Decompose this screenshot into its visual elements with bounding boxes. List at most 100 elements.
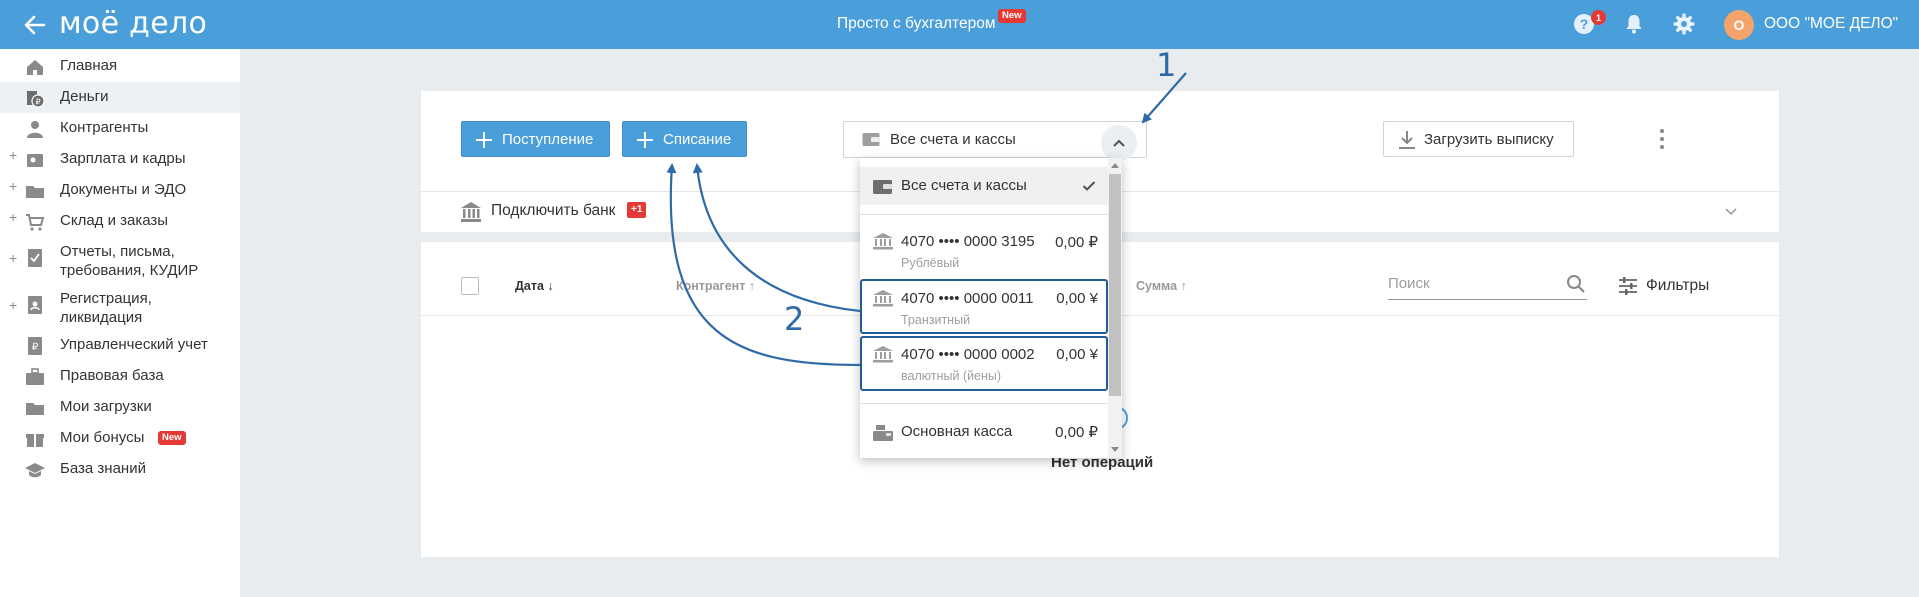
money-icon: ₽ <box>27 91 45 108</box>
dropdown-separator <box>860 214 1108 215</box>
income-button-label: Поступление <box>502 130 594 148</box>
sidebar-item[interactable]: + Регистрация, ликвидация <box>0 284 240 336</box>
cart-icon <box>26 214 45 231</box>
management-icon: ₽ <box>28 337 42 355</box>
sidebar-item[interactable]: + Отчеты, письма, требования, КУДИР <box>0 237 240 289</box>
svg-text:₽: ₽ <box>32 342 39 353</box>
expand-icon[interactable]: + <box>9 147 17 163</box>
expand-icon[interactable]: + <box>9 297 17 313</box>
sidebar-item-label: Отчеты, письма, <box>60 243 175 260</box>
expand-icon[interactable]: + <box>9 250 17 266</box>
expense-button[interactable]: Списание <box>622 121 747 157</box>
dropdown-separator <box>860 403 1108 404</box>
sidebar-item[interactable]: + Зарплата и кадры <box>0 144 240 175</box>
download-icon <box>1399 131 1415 149</box>
sidebar-item[interactable]: + Документы и ЭДО <box>0 175 240 206</box>
sidebar-new-badge: New <box>158 431 186 445</box>
wallet-icon <box>873 180 892 194</box>
folder-icon <box>26 403 44 415</box>
sidebar-item[interactable]: Главная <box>0 51 240 82</box>
sidebar-item-label: Мои загрузки <box>60 398 152 415</box>
check-icon <box>1082 181 1096 191</box>
cash-label: Основная касса <box>901 423 1013 440</box>
bell-icon[interactable] <box>1622 12 1646 36</box>
highlight-transit-account <box>860 279 1108 334</box>
sidebar-item[interactable]: ₽ Управленческий учет <box>0 330 240 361</box>
sidebar-item[interactable]: + Склад и заказы <box>0 206 240 237</box>
upload-statement-label: Загрузить выписку <box>1424 130 1554 148</box>
promo-new-badge: New <box>998 9 1026 23</box>
briefcase-icon <box>26 368 44 385</box>
expand-icon[interactable]: + <box>9 209 17 225</box>
expand-icon[interactable]: + <box>9 178 17 194</box>
gift-icon <box>26 434 44 447</box>
sidebar-item[interactable]: Контрагенты <box>0 113 240 144</box>
connect-bank-badge: +1 <box>627 202 647 218</box>
filters-icon[interactable] <box>1618 277 1638 295</box>
sidebar-item-label-line2: требования, КУДИР <box>60 262 199 279</box>
sidebar-item-label: Мои бонусы <box>60 429 145 446</box>
dropdown-item-all[interactable]: Все счета и кассы <box>860 167 1108 205</box>
wallet-icon <box>862 133 880 146</box>
highlight-currency-account <box>860 336 1108 391</box>
sidebar-item-label: Правовая база <box>60 367 164 384</box>
sidebar-item-label: База знаний <box>60 460 146 477</box>
sidebar-item-label: Склад и заказы <box>60 212 169 229</box>
chevron-down-icon[interactable] <box>1724 204 1738 218</box>
sidebar-item-label: Зарплата и кадры <box>60 150 186 167</box>
back-arrow-icon[interactable] <box>20 10 50 40</box>
plus-icon <box>637 132 653 148</box>
help-count-badge: 1 <box>1591 10 1606 25</box>
filters-button[interactable]: Фильтры <box>1646 277 1709 295</box>
account-type: Рублёвый <box>901 256 960 270</box>
column-date[interactable]: Дата ↓ <box>515 279 554 293</box>
scroll-down-icon[interactable] <box>1110 446 1120 454</box>
avatar[interactable]: О <box>1724 10 1754 40</box>
bank-icon <box>873 233 893 250</box>
column-contractor[interactable]: Контрагент ↑ <box>676 279 755 293</box>
annotation-number-1: 1 <box>1156 46 1177 84</box>
dropdown-scroll-thumb[interactable] <box>1109 174 1121 396</box>
scroll-up-icon[interactable] <box>1110 161 1120 169</box>
cash-amount: 0,00 ₽ <box>1055 424 1098 441</box>
sidebar-item[interactable]: ₽ Деньги <box>0 82 240 113</box>
dropdown-cash-item[interactable]: Основная касса 0,00 ₽ <box>860 418 1108 450</box>
promo-link[interactable]: Просто с бухгалтером <box>837 15 996 33</box>
income-button[interactable]: Поступление <box>461 121 610 157</box>
contractors-icon <box>27 121 43 138</box>
sidebar-item-label: Регистрация, <box>60 290 152 307</box>
gear-icon[interactable] <box>1672 12 1696 36</box>
upload-statement-button[interactable]: Загрузить выписку <box>1383 121 1574 157</box>
logo[interactable]: моё дело <box>59 6 207 41</box>
sidebar-item[interactable]: База знаний <box>0 454 240 485</box>
search-icon[interactable] <box>1566 274 1586 294</box>
company-name[interactable]: ООО "МОЕ ДЕЛО" <box>1764 15 1898 33</box>
dropdown-account-item[interactable]: 4070 •••• 0000 3195 Рублёвый 0,00 ₽ <box>860 223 1108 278</box>
account-select-toggle[interactable] <box>1101 125 1137 161</box>
sidebar-item-label: Документы и ЭДО <box>60 181 187 198</box>
sidebar-item[interactable]: Правовая база <box>0 361 240 392</box>
sidebar-item[interactable]: Мои бонусы New <box>0 423 240 454</box>
search-input[interactable] <box>1388 272 1558 294</box>
sidebar-item-label: Деньги <box>60 88 109 105</box>
top-bar: моё дело Просто с бухгалтером New ? 1 О … <box>0 0 1919 49</box>
column-amount[interactable]: Сумма ↑ <box>1136 279 1187 293</box>
home-icon <box>27 60 43 75</box>
account-amount: 0,00 ₽ <box>1055 234 1098 251</box>
graduation-icon <box>25 463 45 478</box>
svg-text:₽: ₽ <box>35 98 40 107</box>
more-menu-icon[interactable] <box>1654 126 1670 152</box>
report-icon <box>28 249 42 267</box>
chevron-up-icon <box>1113 139 1125 147</box>
sidebar-item-label: Главная <box>60 57 118 74</box>
account-select-value: Все счета и кассы <box>890 131 1016 148</box>
search-field[interactable] <box>1388 268 1587 300</box>
sidebar-item[interactable]: Мои загрузки <box>0 392 240 423</box>
salary-icon <box>27 154 43 167</box>
select-all-checkbox[interactable] <box>461 277 479 295</box>
svg-text:?: ? <box>1580 16 1589 32</box>
account-number: 4070 •••• 0000 3195 <box>901 233 1035 250</box>
connect-bank-link[interactable]: Подключить банк <box>491 202 615 220</box>
sidebar-item-label: Контрагенты <box>60 119 149 136</box>
plus-icon <box>476 132 492 148</box>
